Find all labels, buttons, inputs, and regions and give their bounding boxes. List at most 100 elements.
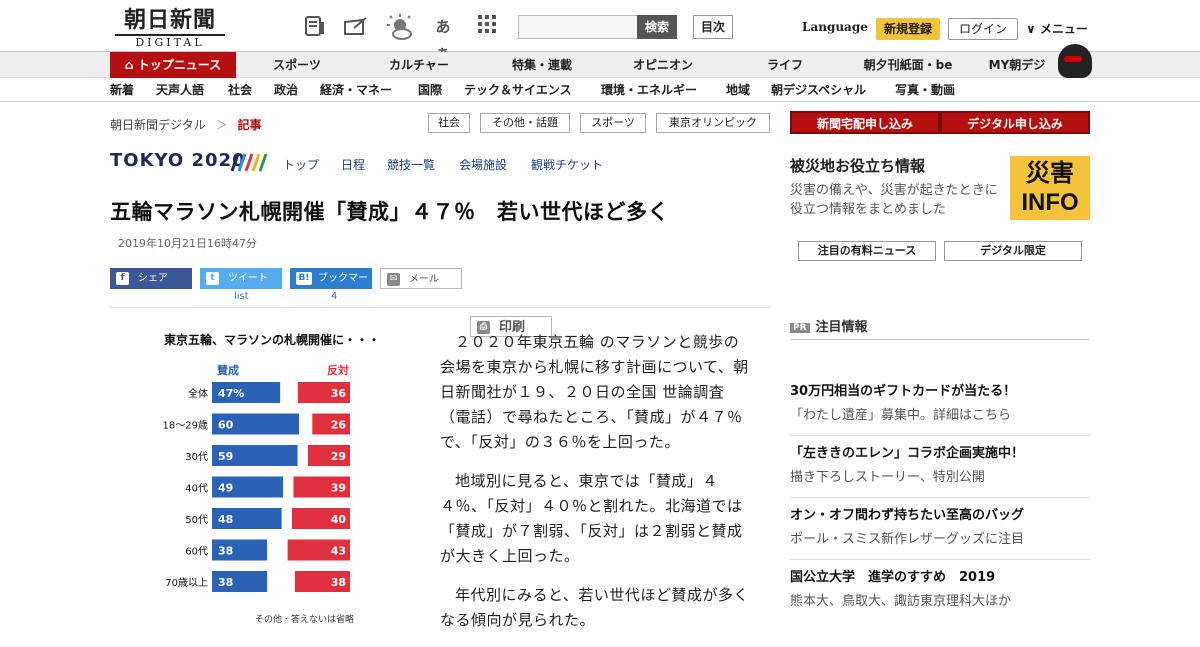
nav-life[interactable]: ライフ bbox=[750, 52, 820, 78]
breadcrumb-current: 記事 bbox=[237, 118, 262, 132]
share-box-icon[interactable] bbox=[342, 14, 368, 40]
banner-text: 災害 bbox=[1026, 159, 1074, 187]
font-size-icon[interactable]: あぁ bbox=[430, 14, 456, 62]
nav-paper[interactable]: 朝夕刊紙面・be bbox=[852, 52, 964, 78]
digital-limited-button[interactable]: デジタル限定 bbox=[944, 241, 1082, 261]
promo-item[interactable]: オン・オフ問わず持ちたい至高のバッグ ポール・スミス新作レザーグッズに注目 bbox=[790, 504, 1090, 560]
facebook-share-button[interactable]: f シェア bbox=[110, 268, 192, 289]
site-logo[interactable]: 朝日新聞 DIGITAL bbox=[115, 8, 225, 49]
toc-button[interactable]: 目次 bbox=[693, 15, 733, 39]
category-label: 50代 bbox=[185, 514, 208, 526]
bar-value-label: 38 bbox=[218, 576, 233, 589]
search-button[interactable]: 検索 bbox=[637, 15, 677, 39]
nav-culture[interactable]: カルチャー bbox=[372, 52, 466, 78]
category-label: 60代 bbox=[185, 546, 208, 558]
bar-value-label: 38 bbox=[218, 545, 233, 558]
article-paragraph: 地域別に見ると、東京では「賛成」４４％、「反対」４０％と割れた。北海道では「賛成… bbox=[440, 472, 743, 565]
nav2-special[interactable]: 朝デジスペシャル bbox=[771, 78, 866, 102]
promo-headline: 国公立大学 進学のすすめ 2019 bbox=[790, 570, 996, 585]
digital-subscribe-button[interactable]: デジタル申し込み bbox=[940, 111, 1090, 134]
olympic-nav-top[interactable]: トップ bbox=[283, 156, 319, 173]
mail-icon: ✉ bbox=[387, 273, 400, 286]
tag-other[interactable]: その他・話題 bbox=[480, 113, 570, 133]
bar-value-label: 36 bbox=[331, 387, 347, 400]
breadcrumb-home[interactable]: 朝日新聞デジタル bbox=[110, 118, 206, 132]
legend-label: 反対 bbox=[327, 363, 349, 377]
nav2-intl[interactable]: 国際 bbox=[418, 78, 442, 102]
legend-label: 賛成 bbox=[217, 363, 239, 377]
newspaper-subscribe-button[interactable]: 新聞宅配申し込み bbox=[790, 111, 940, 134]
article-date: 2019年10月21日16時47分 bbox=[118, 237, 257, 250]
nav2-region[interactable]: 地域 bbox=[726, 78, 750, 102]
tag-sports[interactable]: スポーツ bbox=[580, 113, 646, 133]
banner-text: INFO bbox=[1021, 189, 1079, 216]
pr-title-label: 注目情報 bbox=[815, 320, 868, 335]
pr-section-title: PR 注目情報 bbox=[790, 316, 868, 335]
tokyo2020-stripes-icon bbox=[230, 153, 268, 172]
divider bbox=[790, 339, 1090, 340]
poll-chart: 東京五輪、マラソンの札幌開催に・・・賛成 反対全体 47% 36 18〜29歳 60 26 3… bbox=[163, 332, 380, 625]
nav-features[interactable]: 特集・連載 bbox=[495, 52, 589, 78]
article-body: ２０２０年東京五輪 のマラソンと競歩の会場を東京から札幌に移す計画について、朝日… bbox=[440, 330, 750, 647]
tag-tokyo-olympics[interactable]: 東京オリンピック bbox=[656, 113, 770, 133]
category-label: 全体 bbox=[188, 387, 208, 400]
bar-value-label: 59 bbox=[218, 450, 233, 463]
register-button[interactable]: 新規登録 bbox=[876, 18, 940, 40]
chart-title: 東京五輪、マラソンの札幌開催に・・・ bbox=[164, 332, 380, 347]
olympic-nav-schedule[interactable]: 日程 bbox=[341, 156, 365, 173]
bar-value-label: 60 bbox=[218, 419, 234, 432]
promo-headline: 30万円相当のギフトカードが当たる！ bbox=[790, 384, 1017, 399]
logo-subtext: DIGITAL bbox=[115, 34, 225, 49]
tag-society[interactable]: 社会 bbox=[428, 113, 470, 133]
nav2-politics[interactable]: 政治 bbox=[274, 78, 298, 102]
bar-value-label: 39 bbox=[331, 482, 346, 495]
hatena-bookmark-button[interactable]: B! ブックマーク bbox=[290, 268, 372, 305]
disaster-info-title[interactable]: 被災地お役立ち情報 bbox=[790, 155, 925, 176]
divider bbox=[110, 307, 770, 308]
tokyo2020-logo[interactable]: TOKYO 2020 bbox=[110, 150, 246, 171]
nav2-env[interactable]: 環境・エネルギー bbox=[601, 78, 697, 102]
promo-headline: 「左ききのエレン」コラボ企画実施中！ bbox=[790, 446, 1025, 461]
logo-text: 朝日新聞 bbox=[123, 7, 216, 33]
hatena-count[interactable]: 4 bbox=[331, 291, 337, 302]
bar-value-label: 48 bbox=[218, 513, 233, 526]
nav-opinion[interactable]: オピニオン bbox=[616, 52, 710, 78]
promo-item[interactable]: 「左ききのエレン」コラボ企画実施中！ 描き下ろしストーリー、特別公開 bbox=[790, 442, 1090, 498]
search-input[interactable] bbox=[518, 15, 638, 39]
nav2-new[interactable]: 新着 bbox=[110, 78, 134, 102]
bar-value-label: 49 bbox=[218, 482, 233, 495]
grid-menu-icon[interactable] bbox=[474, 14, 500, 40]
home-icon: ⌂ bbox=[124, 58, 138, 72]
nav2-tech[interactable]: テック＆サイエンス bbox=[464, 78, 572, 102]
promo-desc: ポール・スミス新作レザーグッズに注目 bbox=[790, 532, 1025, 547]
nav-my-asahi[interactable]: MY朝デジ bbox=[982, 52, 1052, 78]
newspaper-icon[interactable] bbox=[302, 14, 328, 40]
promo-item[interactable]: 国公立大学 進学のすすめ 2019 熊本大、鳥取大、諏訪東京理科大ほか bbox=[790, 566, 1090, 609]
menu-button[interactable]: ∨ メニュー bbox=[1026, 20, 1088, 37]
article-paragraph: ２０２０年東京五輪 のマラソンと競歩の会場を東京から札幌に移す計画について、朝日… bbox=[440, 333, 749, 451]
nav2-society[interactable]: 社会 bbox=[228, 78, 252, 102]
disaster-info-desc: 災害の備えや、災害が起きたときに役立つ情報をまとめました bbox=[790, 183, 998, 217]
promo-item[interactable]: 30万円相当のギフトカードが当たる！ 「わたし遺産」募集中。詳細はこちら bbox=[790, 380, 1090, 436]
mail-button[interactable]: ✉ メール bbox=[380, 268, 462, 289]
nav2-economy[interactable]: 経済・マネー bbox=[320, 78, 392, 102]
olympic-nav-events[interactable]: 競技一覧 bbox=[387, 156, 435, 173]
login-button[interactable]: ログイン bbox=[948, 18, 1018, 40]
twitter-share-button[interactable]: t ツイート bbox=[200, 268, 282, 289]
secondary-nav: 新着 天声人語 社会 政治 経済・マネー 国際 テック＆サイエンス 環境・エネル… bbox=[0, 78, 1200, 102]
category-label: 40代 bbox=[185, 483, 208, 495]
disaster-info-banner[interactable]: 災害 INFO bbox=[1010, 156, 1090, 220]
olympic-nav-tickets[interactable]: 観戦チケット bbox=[531, 156, 603, 173]
paid-news-button[interactable]: 注目の有料ニュース bbox=[798, 241, 936, 261]
nav-top-news[interactable]: ⌂ トップニュース bbox=[110, 52, 236, 78]
breadcrumb-separator: ＞ bbox=[215, 118, 228, 132]
nav-label: トップニュース bbox=[137, 58, 222, 72]
weather-icon[interactable] bbox=[386, 14, 412, 40]
nav2-tensei[interactable]: 天声人語 bbox=[156, 78, 204, 102]
language-link[interactable]: Language bbox=[802, 20, 868, 34]
nav-sports[interactable]: スポーツ bbox=[255, 52, 339, 78]
olympic-nav-venues[interactable]: 会場施設 bbox=[459, 156, 507, 173]
bar-value-label: 26 bbox=[331, 419, 347, 432]
twitter-count[interactable]: list bbox=[234, 291, 249, 302]
nav2-photo[interactable]: 写真・動画 bbox=[895, 78, 955, 102]
